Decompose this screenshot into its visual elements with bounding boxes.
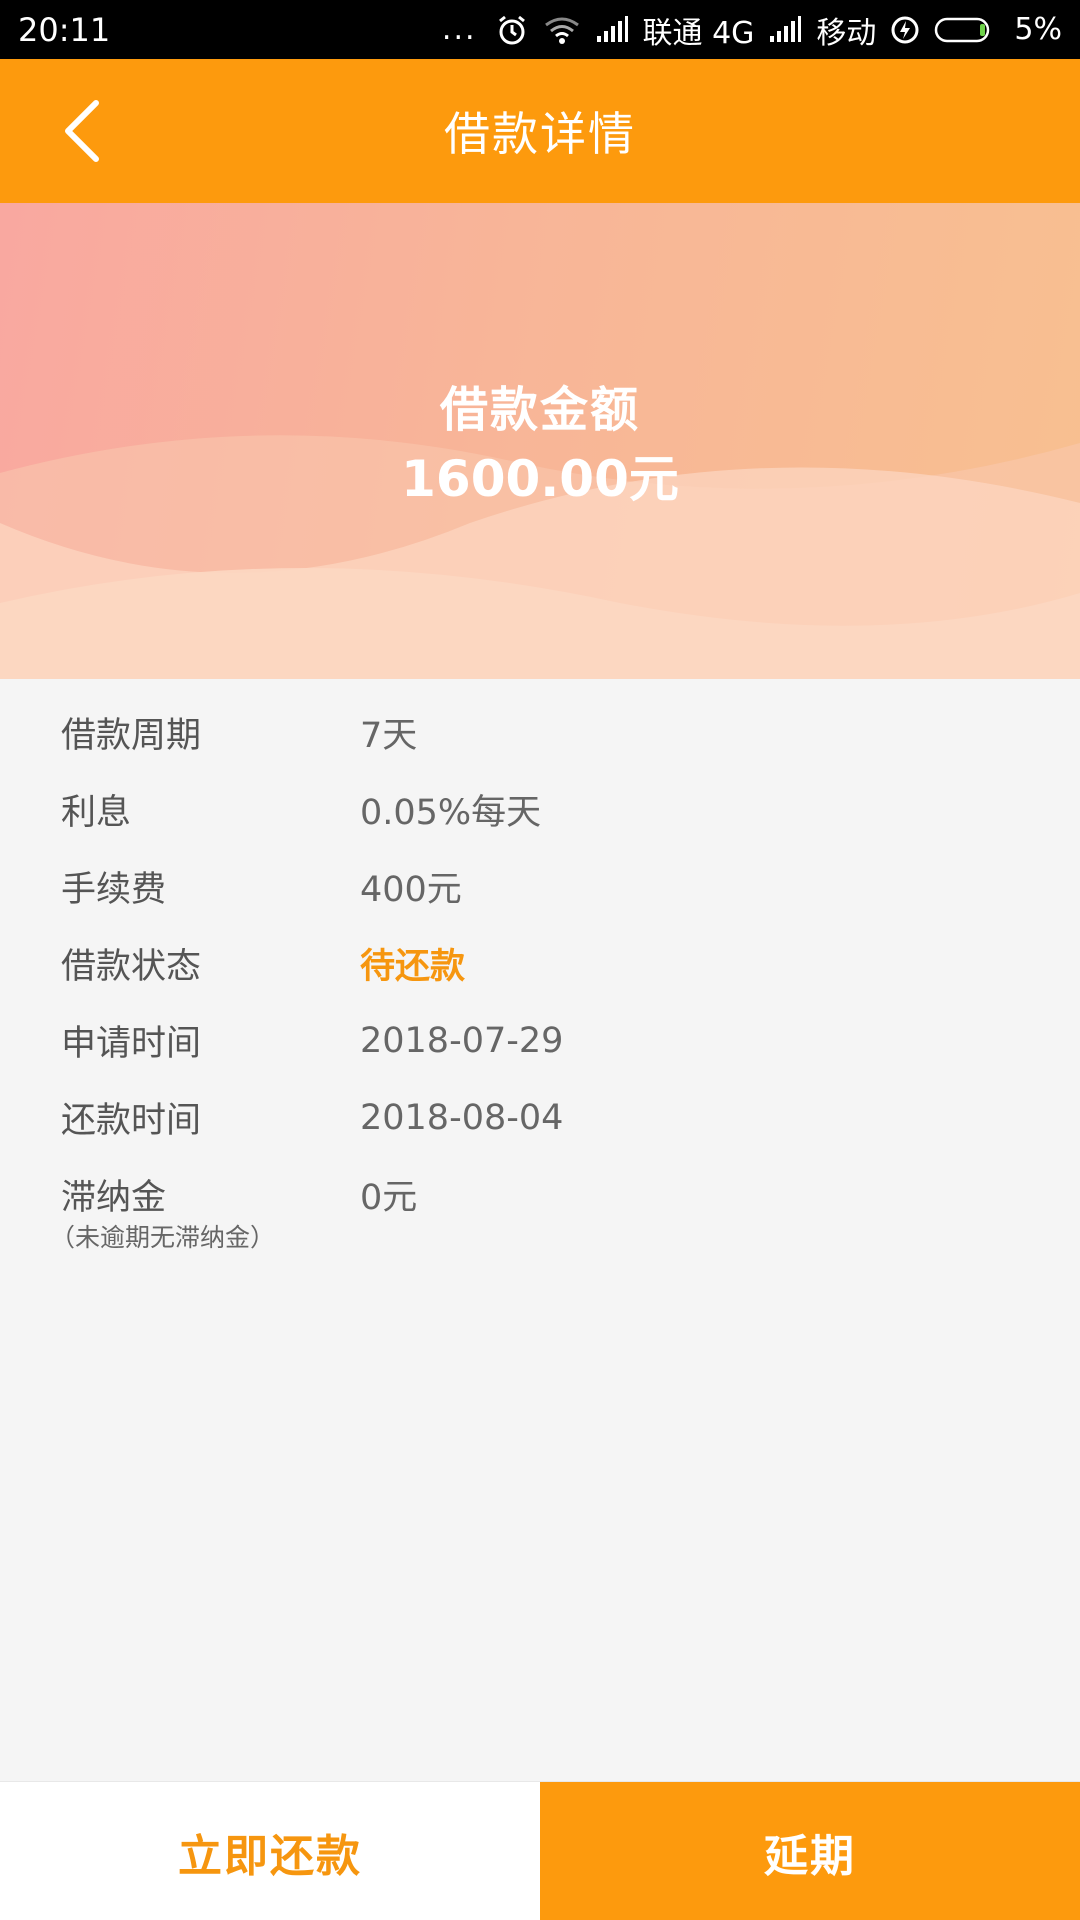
detail-value: 2018-07-29 (360, 1020, 564, 1061)
loan-amount-banner: 借款金额 1600.00元 (0, 203, 1080, 679)
detail-value: 400元 (360, 870, 462, 910)
status-time: 20:11 (18, 10, 111, 49)
detail-row-apply-date: 申请时间 2018-07-29 (0, 1002, 1080, 1079)
status-bar: 20:11 ... 联通 4G 移动 5% (0, 0, 1080, 59)
signal-icon-1 (595, 15, 629, 44)
detail-value: 0元 (360, 1178, 418, 1218)
page-title: 借款详情 (444, 107, 636, 161)
detail-label: 手续费 (61, 870, 167, 910)
detail-row-status: 借款状态 待还款 (0, 925, 1080, 1002)
detail-value: 0.05%每天 (360, 793, 542, 833)
loan-amount-value: 1600.00元 (401, 450, 679, 508)
loan-amount-label: 借款金额 (439, 382, 640, 438)
extend-button[interactable]: 延期 (540, 1782, 1080, 1920)
detail-row-repay-date: 还款时间 2018-08-04 (0, 1079, 1080, 1156)
detail-row-interest: 利息 0.05%每天 (0, 771, 1080, 848)
detail-value: 2018-08-04 (360, 1097, 564, 1138)
loan-detail-screen: 20:11 ... 联通 4G 移动 5% 借款详情 借款金额 1600.00元… (0, 0, 1080, 1920)
detail-row-period: 借款周期 7天 (0, 694, 1080, 771)
detail-label: 滞纳金 (61, 1178, 167, 1218)
detail-value: 7天 (360, 716, 418, 756)
repay-now-button[interactable]: 立即还款 (0, 1782, 540, 1920)
late-fee-note: （未逾期无滞纳金） (50, 1223, 276, 1252)
loan-details-list: 借款周期 7天 利息 0.05%每天 手续费 400元 借款状态 待还款 申请时… (0, 694, 1080, 1233)
banner-text: 借款金额 1600.00元 (0, 378, 1080, 514)
wifi-icon (543, 15, 581, 45)
app-bar: 借款详情 (0, 59, 1080, 203)
signal-icon-2 (768, 15, 802, 44)
battery-icon (934, 16, 994, 44)
detail-label: 借款状态 (61, 947, 202, 987)
carrier-1: 联通 4G (642, 15, 755, 51)
notification-dots: ... (441, 12, 477, 47)
status-icons: ... 联通 4G 移动 5% (442, 8, 1062, 52)
alarm-icon (495, 13, 529, 47)
bottom-action-bar: 立即还款 延期 (0, 1781, 1080, 1920)
detail-label: 借款周期 (61, 716, 202, 756)
detail-label: 还款时间 (61, 1101, 202, 1141)
detail-row-fee: 手续费 400元 (0, 848, 1080, 925)
status-badge: 待还款 (360, 947, 466, 987)
detail-label: 申请时间 (61, 1024, 202, 1064)
carrier-2: 移动 (816, 15, 877, 51)
detail-label: 利息 (61, 793, 132, 833)
battery-percent: 5% (1014, 12, 1062, 47)
charging-icon (890, 15, 920, 45)
